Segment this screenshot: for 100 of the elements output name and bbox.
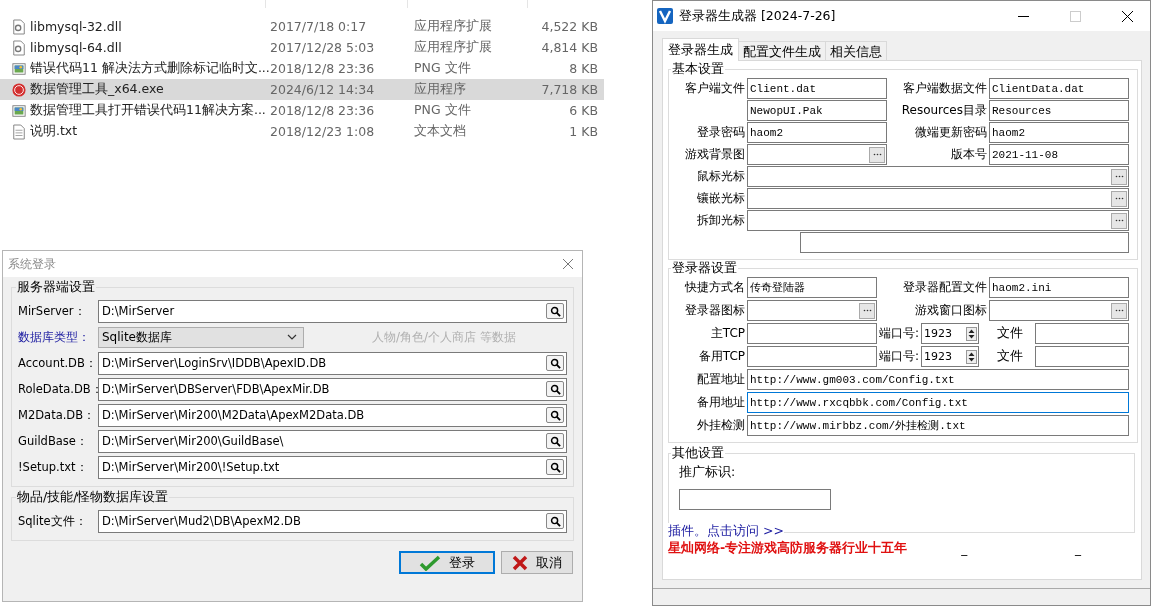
app-icon [12, 81, 26, 98]
file-row[interactable]: 数据管理工具_x64.exe 2024/6/12 14:34 应用程序 7,718 KB [0, 79, 604, 100]
text-field[interactable]: Resources [989, 100, 1129, 121]
search-button[interactable] [546, 433, 564, 449]
field-label: Resources目录 [900, 102, 987, 119]
path-field[interactable]: D:\MirServer\DBServer\FDB\ApexMir.DB [98, 377, 567, 401]
search-icon [549, 383, 561, 395]
hint-text: 人物/角色/个人商店 等数据 [372, 328, 516, 346]
file-size: 4,522 KB [540, 19, 598, 34]
text-field[interactable] [800, 232, 1129, 253]
field-label: 镶嵌光标 [696, 190, 745, 207]
text-field[interactable]: ClientData.dat [989, 78, 1129, 99]
search-icon [549, 409, 561, 421]
plugin-link[interactable]: 插件。点击访问 >> [668, 523, 784, 540]
search-button[interactable] [546, 459, 564, 475]
text-field[interactable] [747, 210, 1129, 231]
field-label: 推广标识: [678, 463, 737, 481]
text-field[interactable]: http://www.gm003.com/Config.txt [747, 369, 1129, 390]
file-row[interactable]: libmysql-32.dll 2017/7/18 0:17 应用程序扩展 4,522 KB [0, 16, 604, 37]
text-field[interactable] [1035, 323, 1129, 344]
field-label: 游戏窗口图标 [914, 302, 987, 319]
browse-button[interactable] [1111, 168, 1127, 185]
group-title: 基本设置 [671, 61, 725, 78]
field-label: 微端更新密码 [914, 124, 987, 141]
spin-arrows-icon [966, 326, 978, 341]
browse-button[interactable] [869, 146, 885, 163]
file-name: libmysql-32.dll [30, 19, 123, 34]
field-label: M2Data.DB： [18, 407, 97, 423]
tab[interactable]: 配置文件生成 [738, 41, 826, 61]
file-date: 2018/12/23 1:08 [270, 124, 376, 139]
text-field[interactable]: haom2 [989, 122, 1129, 143]
file-row[interactable]: 数据管理工具打开错误代码11解决方案... 2018/12/8 23:36 PNG 文件 6 KB [0, 100, 604, 121]
login-button[interactable]: 登录 [399, 551, 495, 574]
path-field[interactable]: D:\MirServer\Mir200\M2Data\ApexM2Data.DB [98, 403, 567, 427]
path-field[interactable]: D:\MirServer\LoginSrv\IDDB\ApexID.DB [98, 351, 567, 375]
text-field[interactable]: NewopUI.Pak [747, 100, 887, 121]
file-row[interactable]: libmysql-64.dll 2017/12/28 5:03 应用程序扩展 4,814 KB [0, 37, 604, 58]
field-label: 备用TCP [697, 348, 745, 365]
search-icon [549, 435, 561, 447]
text-field[interactable]: http://www.rxcqbbk.com/Config.txt [747, 392, 1129, 413]
field-label: Account.DB： [18, 355, 98, 371]
text-field[interactable]: 2021-11-08 [989, 144, 1129, 165]
slogan-text: 星灿网络-专注游戏高防服务器行业十五年 [668, 540, 908, 557]
field-label: Sqlite文件： [18, 513, 88, 529]
text-field[interactable]: http://www.mirbbz.com/外挂检测.txt [747, 415, 1129, 436]
search-button[interactable] [546, 355, 564, 371]
database-dropdown[interactable]: Sqlite数据库 [98, 326, 304, 348]
text-field[interactable] [1035, 346, 1129, 367]
image-file-icon [12, 60, 26, 77]
file-size: 6 KB [568, 103, 598, 118]
search-button[interactable] [546, 381, 564, 397]
image-file-icon [12, 102, 26, 119]
check-icon [419, 554, 441, 571]
file-type: 应用程序扩展 [414, 39, 493, 56]
search-button[interactable] [546, 513, 564, 529]
browse-button[interactable] [1111, 190, 1127, 207]
number-spinner[interactable]: 1923 [921, 346, 980, 367]
file-row[interactable]: 错误代码11 解决法方式删除标记临时文...2018/12/8 23:36 PNG 文件 8 KB [0, 58, 604, 79]
browse-button[interactable] [1111, 212, 1127, 229]
path-field[interactable]: D:\MirServer [98, 299, 567, 323]
close-icon[interactable] [1121, 10, 1133, 22]
file-name: libmysql-64.dll [30, 40, 123, 55]
path-field[interactable]: D:\MirServer\Mir200\!Setup.txt [98, 455, 567, 479]
search-button[interactable] [546, 407, 564, 423]
field-label: 版本号 [950, 146, 987, 163]
text-field[interactable]: haom2.ini [989, 277, 1129, 298]
file-name: 数据管理工具_x64.exe [30, 81, 165, 98]
field-label: GuildBase： [18, 433, 89, 449]
ellipsis-icon [1114, 197, 1124, 200]
text-field[interactable] [747, 346, 877, 367]
window-title: 登录器生成器 [2024-7-26] [679, 7, 837, 25]
text-field[interactable] [747, 323, 877, 344]
number-spinner[interactable]: 1923 [921, 323, 980, 344]
field-label: 端口号: [879, 348, 920, 365]
text-field[interactable] [747, 166, 1129, 187]
field-label: 主TCP [709, 325, 745, 342]
tab[interactable]: 相关信息 [825, 41, 887, 61]
search-button[interactable] [546, 303, 564, 319]
text-field[interactable] [747, 144, 887, 165]
text-field[interactable] [747, 300, 877, 321]
text-field[interactable]: 传奇登陆器 [747, 277, 877, 298]
browse-button[interactable] [859, 302, 875, 319]
path-field[interactable]: D:\MirServer\Mud2\DB\ApexM2.DB [98, 509, 567, 533]
settings-file-icon [12, 18, 26, 35]
text-field[interactable] [747, 188, 1129, 209]
text-field[interactable] [679, 489, 831, 510]
text-field[interactable]: haom2 [747, 122, 887, 143]
file-date: 2024/6/12 14:34 [270, 82, 376, 97]
browse-button[interactable] [1111, 302, 1127, 319]
text-field[interactable]: Client.dat [747, 78, 887, 99]
path-field[interactable]: D:\MirServer\Mir200\GuildBase\ [98, 429, 567, 453]
field-label: 外挂检测 [696, 417, 745, 434]
tab[interactable]: 登录器生成 [662, 38, 739, 61]
cancel-button[interactable]: 取消 [501, 551, 573, 574]
file-row[interactable]: 说明.txt 2018/12/23 1:08 文本文档 1 KB [0, 121, 604, 142]
field-label: MirServer： [18, 303, 87, 319]
field-label: 快捷方式名 [684, 279, 745, 296]
text-field[interactable] [989, 300, 1129, 321]
underscore-mark: _ [1074, 541, 1083, 556]
file-type: PNG 文件 [414, 60, 472, 77]
